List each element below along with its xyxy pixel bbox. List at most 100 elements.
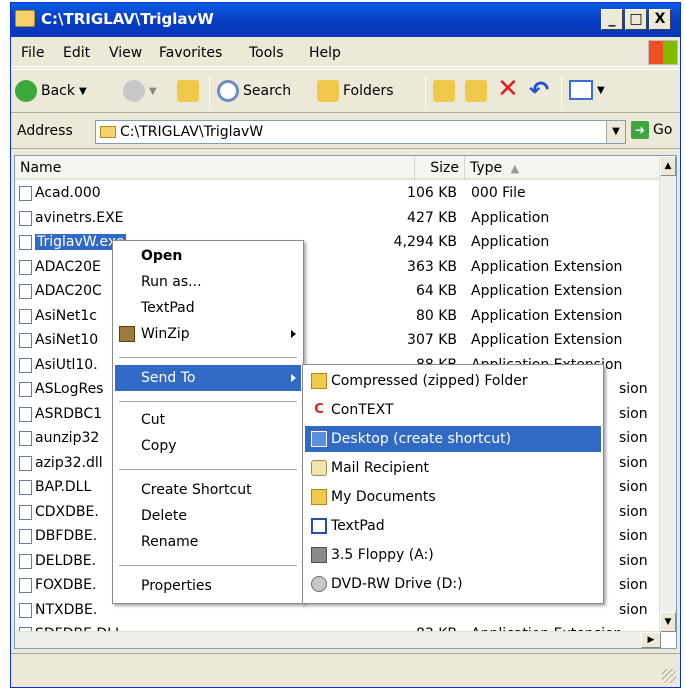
file-size: 64 KB bbox=[415, 283, 457, 299]
send-to-compressed-folder[interactable]: Compressed (zipped) Folder bbox=[305, 368, 601, 394]
horizontal-scrollbar[interactable]: ▶ bbox=[15, 631, 661, 648]
file-size: 307 KB bbox=[407, 332, 457, 348]
menu-file[interactable]: File bbox=[21, 45, 44, 61]
title-bar[interactable]: C:\TRIGLAV\TriglavW _ □ X bbox=[11, 3, 680, 37]
menu-rename[interactable]: Rename bbox=[115, 529, 301, 555]
copy-to-button[interactable] bbox=[465, 80, 487, 102]
menu-properties[interactable]: Properties bbox=[115, 573, 301, 599]
menu-properties-label: Properties bbox=[141, 578, 212, 594]
back-label: Back bbox=[41, 83, 75, 99]
minimize-button[interactable]: _ bbox=[601, 9, 623, 30]
column-type[interactable]: Type ▲ bbox=[465, 156, 661, 180]
file-type: Application Extension bbox=[471, 307, 623, 324]
file-icon bbox=[19, 431, 32, 446]
status-bar bbox=[11, 653, 680, 687]
menu-winzip[interactable]: WinZip bbox=[115, 321, 301, 347]
maximize-button[interactable]: □ bbox=[625, 9, 647, 30]
file-size: 80 KB bbox=[415, 307, 457, 324]
address-dropdown-icon[interactable]: ▼ bbox=[606, 121, 625, 143]
menu-run-as[interactable]: Run as... bbox=[115, 269, 301, 295]
menu-copy[interactable]: Copy bbox=[115, 433, 301, 459]
file-icon bbox=[19, 333, 32, 348]
go-label: Go bbox=[653, 122, 673, 138]
up-folder-button[interactable] bbox=[177, 80, 199, 102]
file-name: AsiNet10 bbox=[35, 332, 99, 348]
file-name: avinetrs.EXE bbox=[35, 209, 124, 226]
vertical-scrollbar[interactable]: ▲ ▼ bbox=[659, 156, 676, 632]
file-name: NTXDBE. bbox=[35, 601, 98, 618]
send-to-mail[interactable]: Mail Recipient bbox=[305, 455, 601, 481]
undo-button[interactable]: ↶ bbox=[529, 76, 549, 104]
send-to-dvd[interactable]: DVD-RW Drive (D:) bbox=[305, 571, 601, 597]
submenu-arrow-icon bbox=[291, 374, 296, 382]
move-to-button[interactable] bbox=[433, 80, 455, 102]
file-icon bbox=[19, 406, 32, 422]
file-name: ASRDBC1 bbox=[35, 405, 103, 422]
file-row[interactable]: avinetrs.EXE 427 KB Application bbox=[15, 207, 661, 231]
search-button[interactable]: Search bbox=[217, 80, 291, 102]
file-name: DBFDBE. bbox=[35, 528, 98, 544]
file-icon bbox=[19, 529, 32, 544]
back-dropdown-icon[interactable]: ▼ bbox=[79, 86, 87, 97]
views-button[interactable]: ▼ bbox=[569, 80, 605, 100]
file-name: BAP.DLL bbox=[35, 479, 92, 495]
menu-cut[interactable]: Cut bbox=[115, 407, 301, 433]
file-name: azip32.dll bbox=[35, 454, 103, 471]
folders-button[interactable]: Folders bbox=[317, 80, 394, 102]
context-menu: Open Run as... TextPad WinZip Send To Cu… bbox=[112, 240, 304, 604]
submenu-arrow-icon bbox=[291, 330, 296, 338]
forward-button[interactable]: ▼ bbox=[123, 80, 157, 102]
menu-textpad[interactable]: TextPad bbox=[115, 295, 301, 321]
menu-winzip-label: WinZip bbox=[141, 326, 190, 342]
send-to-my-documents[interactable]: My Documents bbox=[305, 484, 601, 510]
file-icon bbox=[19, 455, 32, 471]
zip-folder-icon bbox=[311, 373, 327, 389]
scroll-right-icon[interactable]: ▶ bbox=[641, 632, 661, 648]
menu-separator bbox=[119, 469, 297, 470]
send-to-submenu: Compressed (zipped) Folder C ConTEXT Des… bbox=[302, 364, 604, 604]
menu-tools[interactable]: Tools bbox=[249, 45, 284, 61]
file-type: sion bbox=[619, 601, 648, 618]
send-to-context[interactable]: C ConTEXT bbox=[305, 397, 601, 423]
menu-edit[interactable]: Edit bbox=[63, 45, 90, 61]
go-button[interactable]: ➜ Go bbox=[631, 121, 672, 139]
column-name[interactable]: Name bbox=[15, 156, 415, 180]
menu-delete[interactable]: Delete bbox=[115, 503, 301, 529]
menu-separator bbox=[119, 565, 297, 566]
folder-icon bbox=[100, 126, 116, 138]
sort-ascending-icon: ▲ bbox=[510, 162, 520, 175]
file-icon bbox=[19, 259, 32, 275]
send-to-desktop[interactable]: Desktop (create shortcut) bbox=[305, 426, 601, 452]
menu-open[interactable]: Open bbox=[115, 243, 301, 269]
menu-rename-label: Rename bbox=[141, 534, 199, 550]
scroll-down-icon[interactable]: ▼ bbox=[660, 612, 676, 632]
send-to-floppy[interactable]: 3.5 Floppy (A:) bbox=[305, 542, 601, 568]
menu-view[interactable]: View bbox=[109, 45, 142, 61]
menu-help[interactable]: Help bbox=[309, 45, 341, 61]
file-row[interactable]: Acad.000 106 KB 000 File bbox=[15, 182, 661, 206]
views-dropdown-icon[interactable]: ▼ bbox=[597, 85, 605, 96]
file-size: 106 KB bbox=[407, 185, 457, 201]
menu-create-shortcut[interactable]: Create Shortcut bbox=[115, 477, 301, 503]
send-to-textpad[interactable]: TextPad bbox=[305, 513, 601, 539]
delete-button[interactable]: ✕ bbox=[497, 74, 519, 104]
column-size[interactable]: Size bbox=[415, 156, 465, 180]
scroll-up-icon[interactable]: ▲ bbox=[660, 156, 676, 176]
column-type-label: Type bbox=[470, 160, 503, 176]
resize-grip-icon[interactable] bbox=[662, 669, 676, 683]
forward-dropdown-icon[interactable]: ▼ bbox=[149, 86, 157, 97]
menu-cut-label: Cut bbox=[141, 412, 166, 428]
file-icon bbox=[19, 284, 32, 299]
menu-favorites[interactable]: Favorites bbox=[159, 45, 222, 61]
floppy-drive-icon bbox=[311, 547, 327, 563]
close-button[interactable]: X bbox=[649, 9, 671, 30]
move-to-icon bbox=[433, 80, 455, 102]
file-type: 000 File bbox=[471, 185, 526, 201]
undo-icon: ↶ bbox=[529, 76, 550, 104]
back-button[interactable]: Back ▼ bbox=[15, 80, 87, 102]
documents-folder-icon bbox=[311, 489, 327, 505]
menu-send-to[interactable]: Send To bbox=[115, 365, 301, 391]
address-input[interactable]: C:\TRIGLAV\TriglavW ▼ bbox=[95, 120, 626, 144]
go-arrow-icon: ➜ bbox=[631, 121, 649, 139]
file-type: sion bbox=[619, 528, 648, 544]
